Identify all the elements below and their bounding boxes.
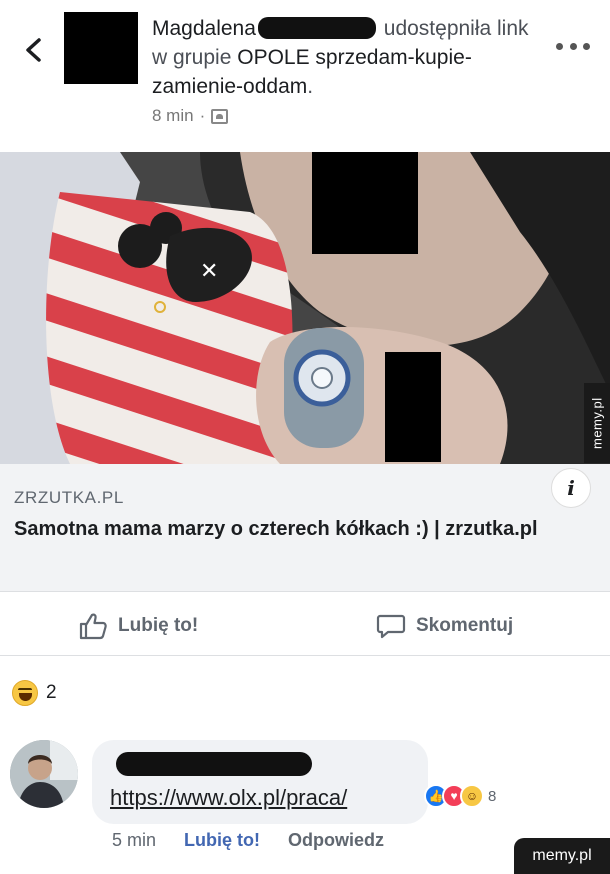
- link-card[interactable]: ZRZUTKA.PL Samotna mama marzy o czterech…: [0, 464, 610, 592]
- comment-bubble[interactable]: https://www.olx.pl/praca/: [92, 740, 428, 824]
- chevron-left-icon: [26, 38, 41, 62]
- watermark-corner: memy.pl: [514, 838, 610, 874]
- comment-time: 5 min: [112, 830, 157, 850]
- redaction-bar: [116, 752, 312, 776]
- redaction-bar: [257, 17, 376, 39]
- link-preview-image[interactable]: ✕: [0, 152, 610, 464]
- author-name[interactable]: Magdalena: [152, 17, 256, 40]
- headline-period: .: [307, 75, 314, 98]
- author-avatar-redacted[interactable]: [64, 12, 138, 84]
- post-meta: 8 min ·: [152, 106, 229, 126]
- post-headline: Magdalena udostępniła link w grupie OPOL…: [152, 14, 544, 101]
- more-options-button[interactable]: [556, 36, 590, 56]
- meta-separator: ·: [199, 106, 206, 125]
- svg-text:✕: ✕: [200, 259, 218, 284]
- watermark-vertical: memy.pl: [584, 383, 610, 463]
- info-icon[interactable]: i: [551, 468, 591, 508]
- comment-meta: 5 min Lubię to! Odpowiedz: [112, 830, 384, 851]
- dot-icon: [583, 42, 590, 50]
- comment-reactions[interactable]: 👍 ♥ ☺ 8: [424, 784, 496, 808]
- group-icon: [211, 108, 229, 124]
- back-button[interactable]: [18, 33, 48, 67]
- like-button[interactable]: Lubię to!: [78, 612, 198, 640]
- comment-reaction-count: 8: [488, 787, 497, 805]
- post-actions: Lubię to! Skomentuj: [0, 594, 610, 656]
- reactions-count: 2: [46, 682, 57, 703]
- haha-reaction-icon: ☺: [460, 784, 484, 808]
- comment-link[interactable]: https://www.olx.pl/praca/: [110, 785, 347, 811]
- dot-icon: [569, 42, 577, 50]
- comment-like-button[interactable]: Lubię to!: [184, 830, 260, 851]
- comment-label: Skomentuj: [416, 615, 514, 636]
- thumbs-up-icon: [79, 613, 107, 640]
- reactions-summary[interactable]: 2: [12, 680, 57, 706]
- person-photo-icon: [10, 740, 78, 808]
- commenter-avatar[interactable]: [10, 740, 78, 808]
- comment-icon: [376, 614, 406, 639]
- link-domain: ZRZUTKA.PL: [14, 488, 124, 507]
- haha-emoji-icon: [12, 680, 38, 706]
- post-header: Magdalena udostępniła link w grupie OPOL…: [0, 0, 610, 150]
- photo-illustration: ✕: [0, 152, 610, 464]
- like-label: Lubię to!: [118, 615, 199, 636]
- dot-icon: [556, 42, 563, 50]
- post-time[interactable]: 8 min: [152, 106, 194, 126]
- link-title[interactable]: Samotna mama marzy o czterech kółkach :)…: [14, 516, 554, 543]
- comment-reply-button[interactable]: Odpowiedz: [288, 830, 384, 851]
- comment-button[interactable]: Skomentuj: [376, 612, 513, 640]
